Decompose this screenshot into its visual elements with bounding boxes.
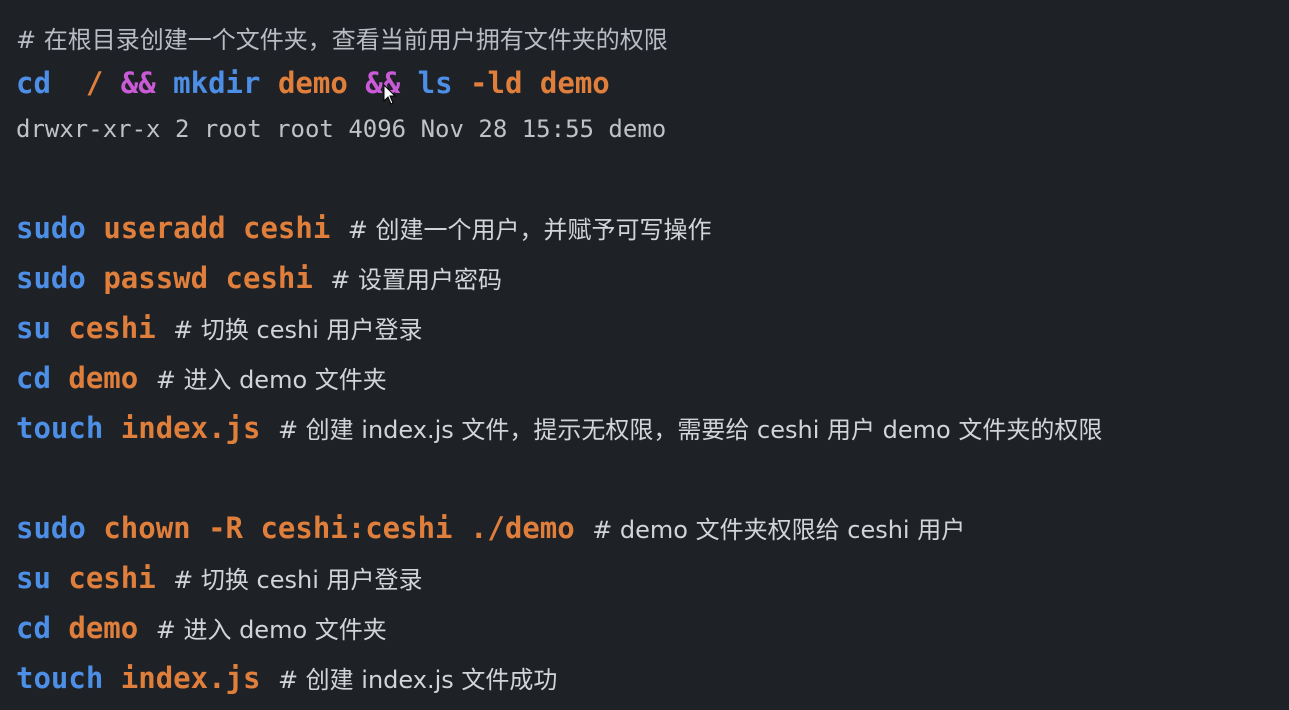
- heading-comment: # 在根目录创建一个文件夹，查看当前用户拥有文件夹的权限: [16, 26, 668, 54]
- cmd: touch: [16, 411, 104, 445]
- command-line-touch-2: touch index.js # 创建 index.js 文件成功: [16, 660, 557, 695]
- command-line-passwd: sudo passwd ceshi # 设置用户密码: [16, 260, 502, 295]
- args: passwd ceshi: [103, 261, 313, 295]
- op-and-1: &&: [120, 66, 156, 100]
- command-line-su: su ceshi # 切换 ceshi 用户登录: [16, 310, 423, 345]
- cmd: cd: [16, 361, 51, 395]
- cmd: cd: [16, 611, 51, 645]
- command-line-chown: sudo chown -R ceshi:ceshi ./demo # demo …: [16, 510, 965, 545]
- command-line-useradd: sudo useradd ceshi # 创建一个用户，并赋予可写操作: [16, 210, 712, 245]
- args: useradd ceshi: [103, 211, 331, 245]
- comment: # 切换 ceshi 用户登录: [173, 566, 423, 594]
- ls-output: drwxr-xr-x 2 root root 4096 Nov 28 15:55…: [16, 115, 667, 143]
- args: ceshi: [68, 561, 156, 595]
- comment: # 创建 index.js 文件，提示无权限，需要给 ceshi 用户 demo…: [277, 416, 1103, 444]
- cmd-cd: cd: [16, 66, 51, 100]
- comment: # demo 文件夹权限给 ceshi 用户: [592, 516, 966, 544]
- cmd: touch: [16, 661, 104, 695]
- command-line-su-2: su ceshi # 切换 ceshi 用户登录: [16, 560, 423, 595]
- terminal-screen: # 在根目录创建一个文件夹，查看当前用户拥有文件夹的权限 cd / && mkd…: [0, 0, 1289, 710]
- comment: # 切换 ceshi 用户登录: [173, 316, 423, 344]
- arg-slash: /: [85, 66, 104, 100]
- args: index.js: [120, 411, 261, 445]
- args: ceshi: [68, 311, 156, 345]
- cmd: su: [16, 311, 51, 345]
- mouse-pointer-icon: [383, 84, 397, 105]
- comment: # 设置用户密码: [330, 266, 503, 294]
- args: chown -R ceshi:ceshi ./demo: [103, 511, 575, 545]
- flag-ld: -ld: [470, 66, 523, 100]
- command-line-touch: touch index.js # 创建 index.js 文件，提示无权限，需要…: [16, 410, 1102, 445]
- comment: # 创建一个用户，并赋予可写操作: [347, 216, 712, 244]
- args: demo: [68, 611, 139, 645]
- args: demo: [68, 361, 139, 395]
- arg-demo-2: demo: [539, 66, 610, 100]
- comment: # 进入 demo 文件夹: [155, 616, 387, 644]
- cmd-mkdir: mkdir: [173, 66, 261, 100]
- cmd: su: [16, 561, 51, 595]
- comment: # 进入 demo 文件夹: [155, 366, 387, 394]
- args: index.js: [120, 661, 261, 695]
- command-line-mkdir: cd / && mkdir demo && ls -ld demo: [16, 66, 610, 100]
- command-line-cd: cd demo # 进入 demo 文件夹: [16, 360, 387, 395]
- arg-demo-1: demo: [277, 66, 348, 100]
- command-line-cd-2: cd demo # 进入 demo 文件夹: [16, 610, 387, 645]
- cmd-ls: ls: [417, 66, 453, 100]
- cmd: sudo: [16, 511, 86, 545]
- cmd: sudo: [16, 261, 86, 295]
- comment: # 创建 index.js 文件成功: [277, 666, 558, 694]
- cmd: sudo: [16, 211, 86, 245]
